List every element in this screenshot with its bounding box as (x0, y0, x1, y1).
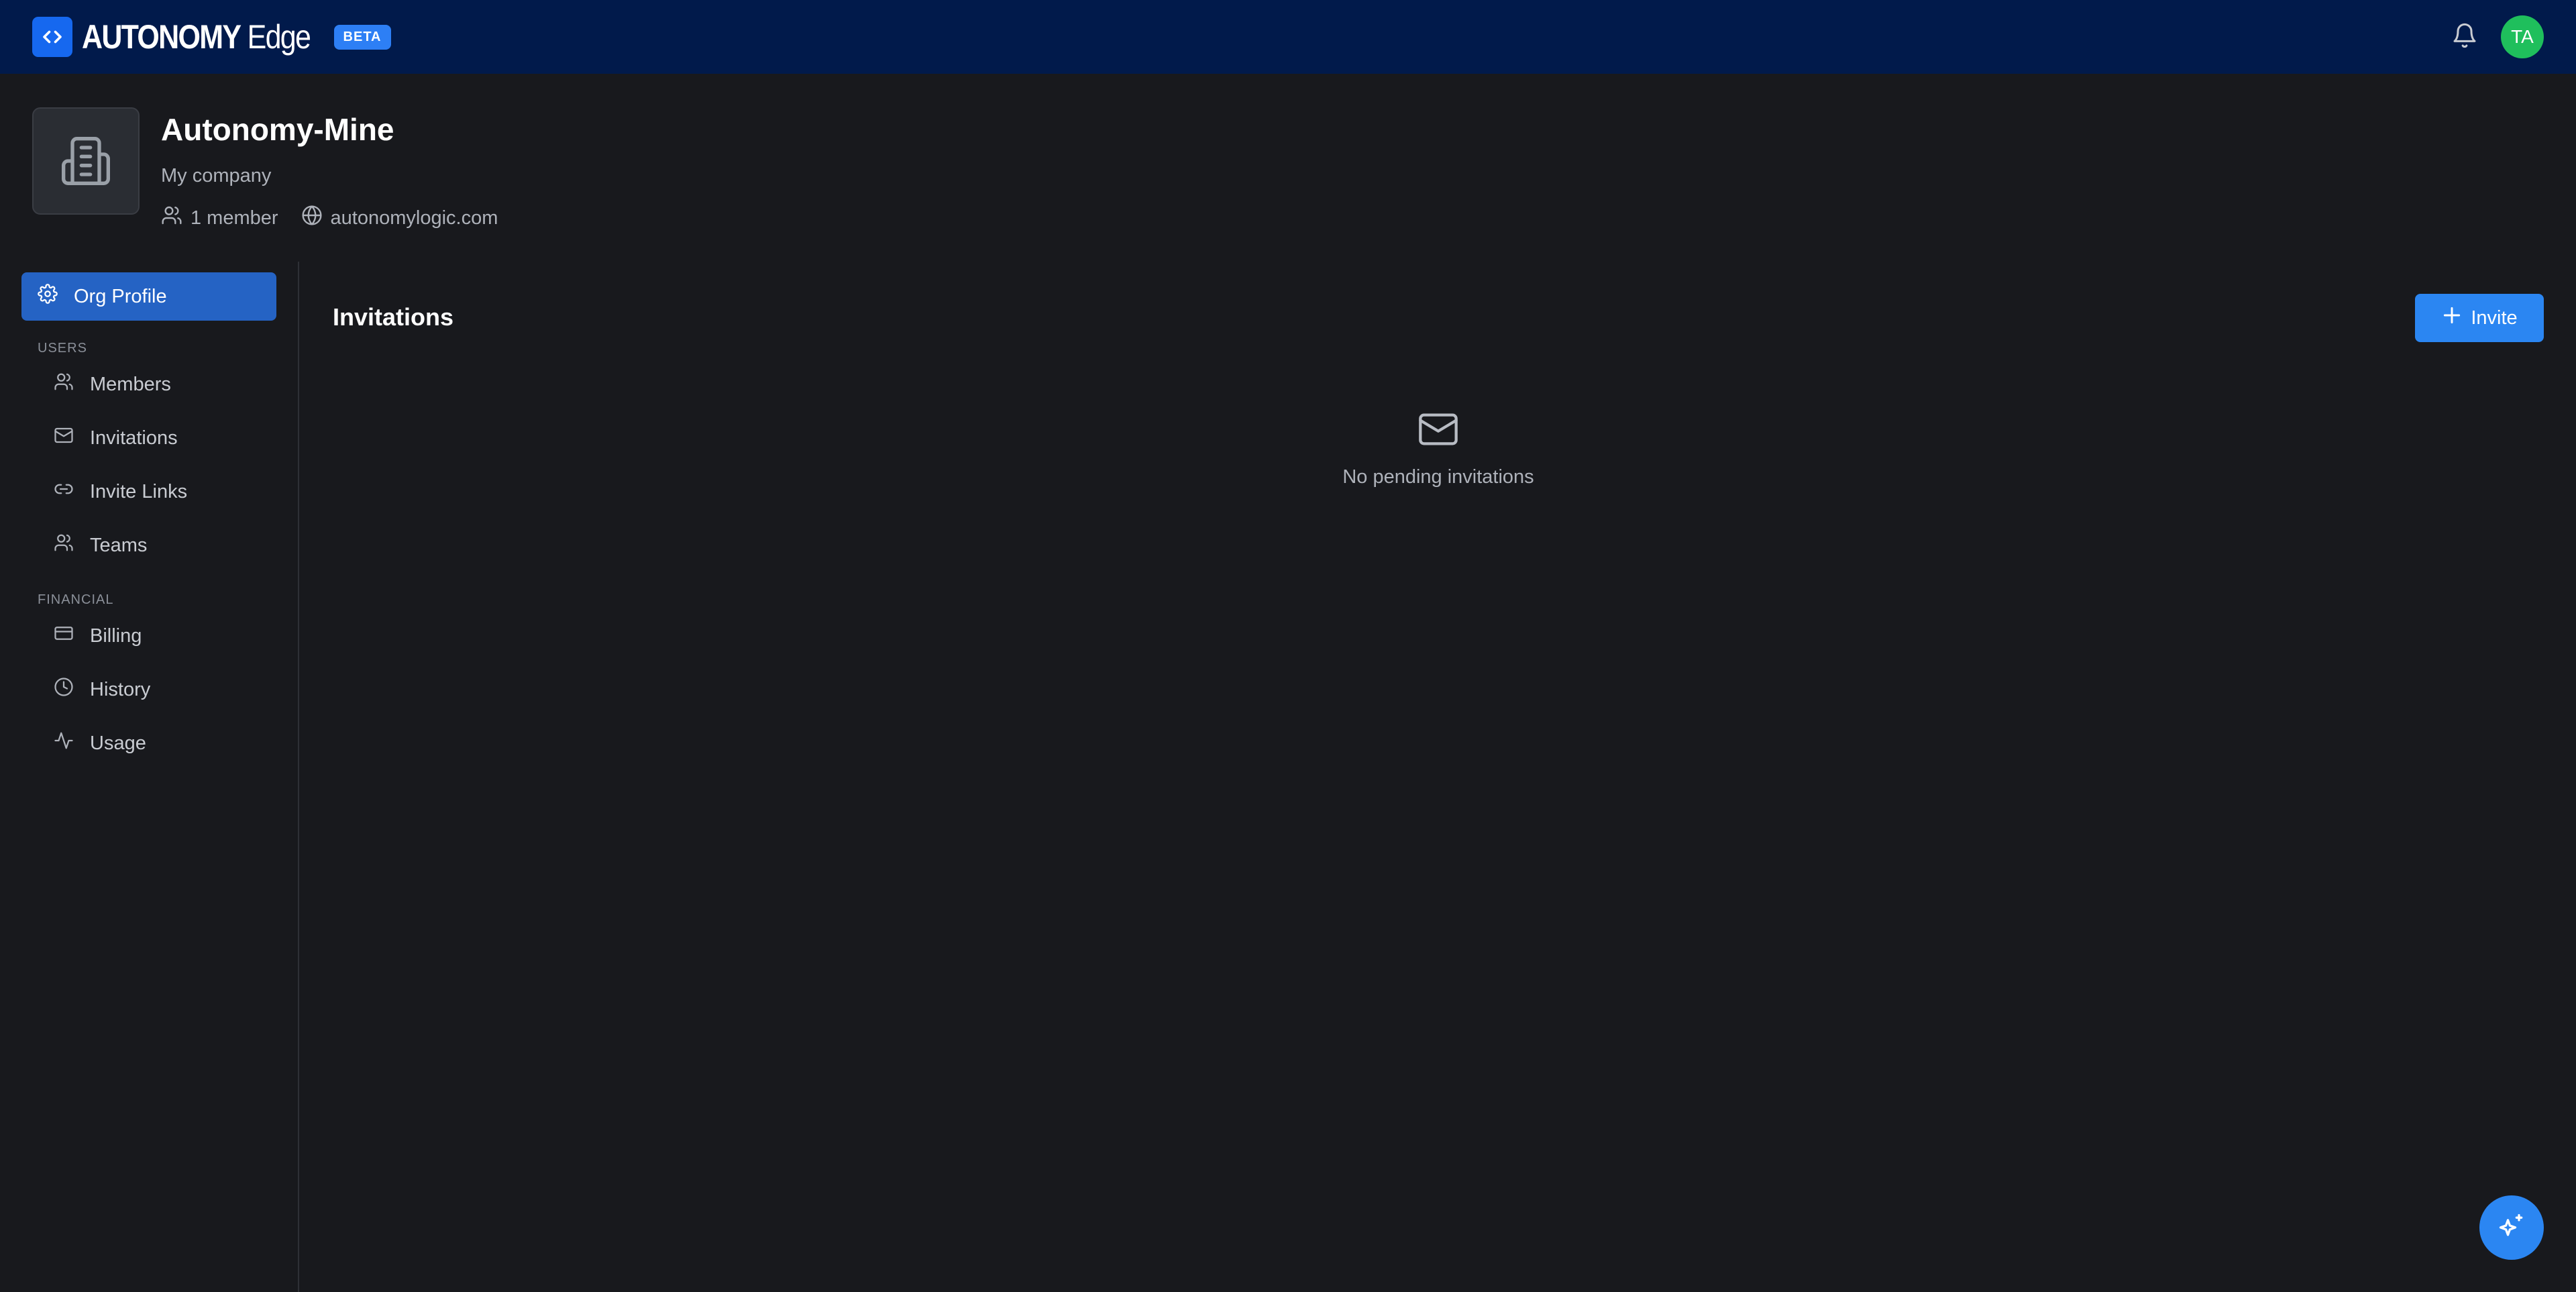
brand-name-bold: AUTONOMY (82, 18, 241, 56)
sidebar-item-usage[interactable]: Usage (21, 716, 276, 770)
globe-icon (301, 205, 323, 231)
gear-icon (38, 284, 58, 309)
sidebar-item-label: History (90, 678, 151, 700)
sidebar-item-invite-links[interactable]: Invite Links (21, 465, 276, 519)
sidebar-item-billing[interactable]: Billing (21, 609, 276, 663)
beta-badge: BETA (333, 24, 391, 50)
link-icon (54, 479, 74, 504)
org-description: My company (161, 165, 272, 186)
empty-state: No pending invitations (333, 408, 2544, 488)
invite-button[interactable]: Invite (2415, 294, 2544, 342)
org-domain-text: autonomylogic.com (330, 207, 498, 229)
sidebar-item-invitations[interactable]: Invitations (21, 411, 276, 465)
sidebar-item-members[interactable]: Members (21, 358, 276, 411)
member-count: 1 member (161, 205, 278, 231)
section-label-financial: FINANCIAL (38, 592, 114, 607)
brand-name-light: Edge (247, 18, 311, 56)
sidebar-item-label: Usage (90, 732, 146, 754)
avatar[interactable]: TA (2501, 15, 2544, 58)
empty-state-text: No pending invitations (1342, 466, 1534, 488)
member-count-text: 1 member (191, 207, 278, 229)
sidebar-item-label: Invite Links (90, 480, 188, 502)
users-icon (54, 533, 74, 558)
section-label-users: USERS (38, 341, 87, 356)
invite-button-label: Invite (2471, 307, 2518, 329)
code-icon (32, 17, 72, 57)
org-domain[interactable]: autonomylogic.com (301, 205, 498, 231)
brand-name: AUTONOMY Edge (82, 17, 311, 56)
sidebar-item-label: Billing (90, 625, 142, 647)
sidebar-item-org-profile[interactable]: Org Profile (21, 272, 276, 321)
top-navigation-bar: AUTONOMY Edge BETA TA (0, 0, 2576, 74)
credit-card-icon (54, 623, 74, 649)
users-icon (161, 205, 182, 231)
mail-icon (1417, 408, 1460, 454)
sidebar-item-teams[interactable]: Teams (21, 519, 276, 572)
users-icon (54, 372, 74, 397)
bell-icon[interactable] (2451, 22, 2478, 52)
ai-assistant-button[interactable] (2479, 1195, 2544, 1260)
building-icon (32, 107, 140, 215)
sparkles-icon (2497, 1212, 2526, 1244)
sidebar-item-history[interactable]: History (21, 663, 276, 716)
sidebar-item-label: Teams (90, 534, 148, 556)
sidebar-item-label: Members (90, 373, 171, 395)
org-name: Autonomy-Mine (161, 112, 394, 147)
sidebar-item-label: Invitations (90, 427, 178, 449)
brand[interactable]: AUTONOMY Edge BETA (32, 17, 391, 57)
sidebar: Org Profile USERS Members Invitations In… (0, 262, 299, 1292)
mail-icon (54, 425, 74, 451)
page-title: Invitations (333, 303, 454, 331)
sidebar-item-label: Org Profile (74, 285, 167, 307)
plus-icon (2441, 305, 2463, 331)
clock-icon (54, 677, 74, 702)
activity-icon (54, 731, 74, 756)
org-header: Autonomy-Mine My company 1 member autono… (32, 107, 521, 231)
